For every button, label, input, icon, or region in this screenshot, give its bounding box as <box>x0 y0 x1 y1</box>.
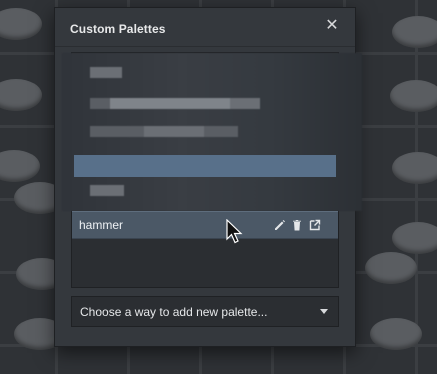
palette-list[interactable]: hammer <box>62 52 362 288</box>
dialog-header: Custom Palettes ✕ <box>55 8 355 47</box>
mouse-pointer-icon <box>226 219 243 244</box>
custom-palettes-dialog: Custom Palettes ✕ hammer Choose a way to… <box>54 7 362 347</box>
add-palette-select-label: Choose a way to add new palette... <box>80 305 268 319</box>
open-external-icon[interactable] <box>308 218 322 232</box>
palette-name: hammer <box>79 218 124 232</box>
chevron-down-icon <box>320 309 328 314</box>
pencil-icon[interactable] <box>273 218 287 232</box>
add-palette-select[interactable]: Choose a way to add new palette... <box>71 296 339 327</box>
trash-icon[interactable] <box>290 218 304 232</box>
blurred-selected-row <box>74 155 336 177</box>
blurred-palette-rows <box>62 53 362 211</box>
palette-item-hammer[interactable]: hammer <box>72 211 338 239</box>
dialog-title: Custom Palettes <box>70 22 166 36</box>
close-icon[interactable]: ✕ <box>323 17 341 35</box>
